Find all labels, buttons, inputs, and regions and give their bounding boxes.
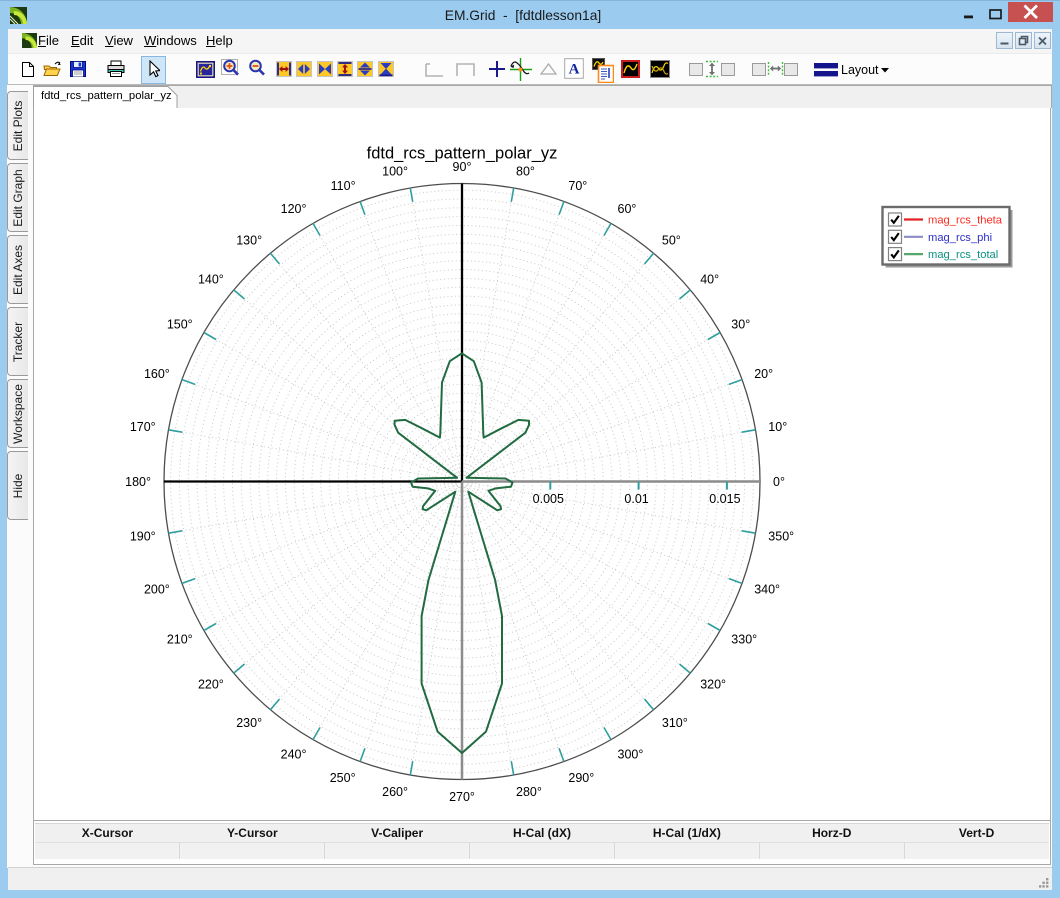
svg-text:200°: 200° <box>144 582 170 596</box>
svg-text:150°: 150° <box>167 317 193 331</box>
svg-text:0.005: 0.005 <box>533 492 564 506</box>
svg-text:310°: 310° <box>662 716 688 730</box>
svg-text:330°: 330° <box>731 632 757 646</box>
svg-text:0.015: 0.015 <box>709 492 740 506</box>
svg-text:140°: 140° <box>198 272 224 286</box>
svg-text:350°: 350° <box>768 529 794 543</box>
svg-text:80°: 80° <box>516 164 535 178</box>
svg-text:300°: 300° <box>618 747 644 761</box>
svg-text:0°: 0° <box>773 474 785 488</box>
svg-text:220°: 220° <box>198 677 224 691</box>
svg-text:320°: 320° <box>700 677 726 691</box>
svg-text:260°: 260° <box>382 785 408 799</box>
svg-text:240°: 240° <box>281 747 307 761</box>
svg-text:130°: 130° <box>236 233 262 247</box>
svg-text:100°: 100° <box>382 164 408 178</box>
svg-text:290°: 290° <box>568 770 594 784</box>
svg-text:190°: 190° <box>130 529 156 543</box>
svg-text:mag_rcs_phi: mag_rcs_phi <box>928 231 992 243</box>
svg-text:250°: 250° <box>330 770 356 784</box>
svg-text:340°: 340° <box>754 582 780 596</box>
svg-text:mag_rcs_theta: mag_rcs_theta <box>928 214 1003 226</box>
svg-text:170°: 170° <box>130 420 156 434</box>
svg-text:210°: 210° <box>167 632 193 646</box>
svg-text:180°: 180° <box>125 474 151 488</box>
svg-text:280°: 280° <box>516 785 542 799</box>
svg-text:mag_rcs_total: mag_rcs_total <box>928 249 998 261</box>
svg-text:120°: 120° <box>281 202 307 216</box>
svg-text:50°: 50° <box>662 233 681 247</box>
svg-text:230°: 230° <box>236 716 262 730</box>
svg-text:270°: 270° <box>449 789 475 803</box>
svg-text:160°: 160° <box>144 367 170 381</box>
svg-text:A: A <box>569 62 580 78</box>
svg-text:40°: 40° <box>700 272 719 286</box>
svg-text:fdtd_rcs_pattern_polar_yz: fdtd_rcs_pattern_polar_yz <box>367 144 558 162</box>
svg-text:20°: 20° <box>754 367 773 381</box>
svg-text:30°: 30° <box>731 317 750 331</box>
svg-text:70°: 70° <box>568 178 587 192</box>
svg-text:0.01: 0.01 <box>624 492 648 506</box>
svg-text:60°: 60° <box>618 202 637 216</box>
svg-text:10°: 10° <box>768 420 787 434</box>
svg-text:110°: 110° <box>331 178 356 192</box>
